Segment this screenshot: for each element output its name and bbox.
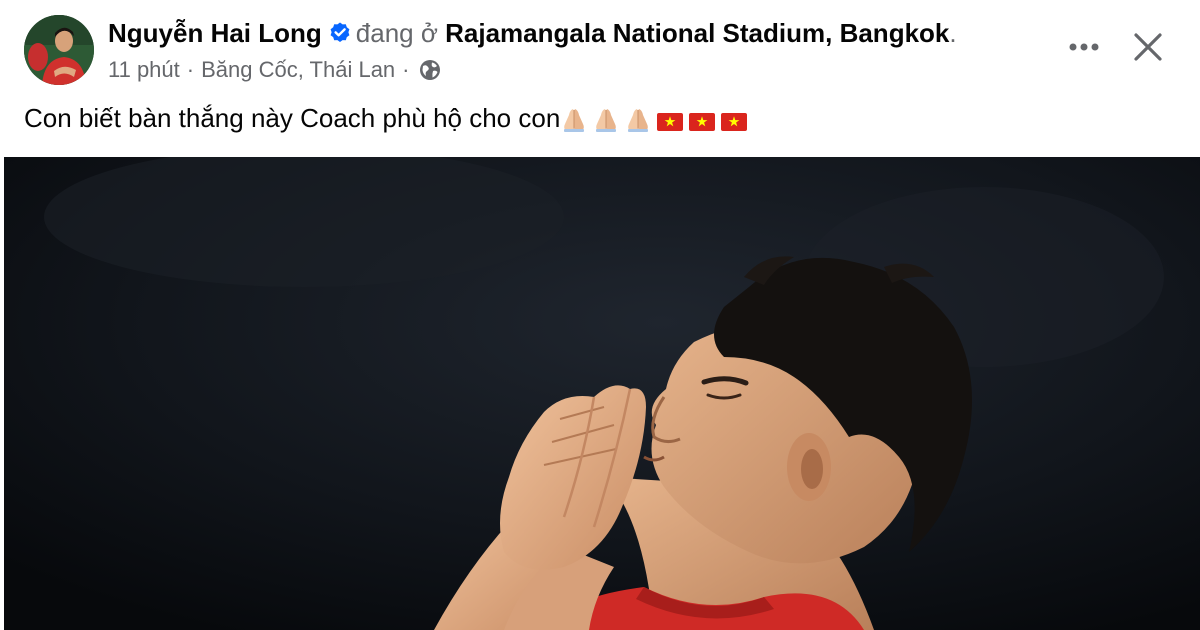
folded-hands-icon: [592, 106, 620, 142]
post-meta: 11 phút · Băng Cốc, Thái Lan ·: [108, 56, 441, 88]
caption-emojis: [560, 104, 752, 142]
post-caption: Con biết bàn thắng này Coach phù hộ cho …: [24, 100, 752, 142]
vietnam-flag-icon: [688, 106, 716, 142]
author-avatar[interactable]: [24, 15, 94, 85]
close-icon: [1134, 33, 1162, 61]
close-button[interactable]: [1126, 26, 1170, 68]
player-photo-illustration: [4, 157, 1200, 630]
verified-badge-icon[interactable]: [328, 19, 352, 53]
location-link[interactable]: Rajamangala National Stadium, Bangkok: [445, 18, 949, 48]
folded-hands-icon: [624, 106, 652, 142]
avatar-image: [24, 15, 94, 85]
folded-hands-icon: [560, 106, 588, 142]
post-photo[interactable]: [4, 157, 1200, 630]
author-line: Nguyễn Hai Long đang ở Rajamangala Nation…: [108, 16, 957, 53]
globe-icon[interactable]: [419, 59, 441, 88]
more-options-button[interactable]: [1060, 27, 1108, 67]
location-suffix: .: [949, 18, 957, 48]
more-dots-icon: [1069, 43, 1099, 51]
author-name[interactable]: Nguyễn Hai Long: [108, 18, 322, 48]
checkin-prefix: đang ở: [355, 18, 438, 48]
post-time[interactable]: 11 phút: [108, 57, 180, 82]
meta-separator: ·: [186, 57, 195, 82]
meta-separator-2: ·: [402, 57, 410, 82]
vietnam-flag-icon: [720, 106, 748, 142]
caption-text: Con biết bàn thắng này Coach phù hộ cho …: [24, 103, 561, 133]
facebook-post: Nguyễn Hai Long đang ở Rajamangala Nation…: [0, 0, 1200, 630]
post-place[interactable]: Băng Cốc, Thái Lan: [201, 57, 395, 82]
post-header: Nguyễn Hai Long đang ở Rajamangala Nation…: [0, 0, 1200, 95]
vietnam-flag-icon: [656, 106, 684, 142]
